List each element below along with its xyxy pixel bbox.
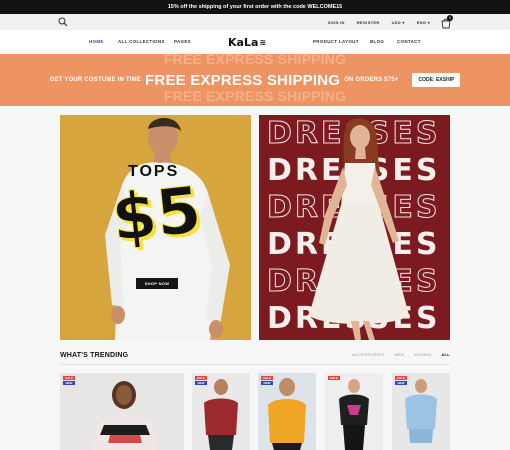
- announcement-text: 15% off the shipping of your first order…: [167, 4, 343, 10]
- product-image: [339, 379, 369, 450]
- sale-badge: SALE: [395, 376, 407, 380]
- sale-badge: SALE: [328, 376, 340, 380]
- model-photo-dresses: [309, 118, 409, 340]
- promo-code-button[interactable]: CODE: EXSHIP: [412, 73, 461, 87]
- search-icon[interactable]: [58, 17, 68, 27]
- nav-all-collections[interactable]: ALL COLLECTIONS: [118, 30, 165, 54]
- product-card[interactable]: SALE NEW: [60, 373, 184, 450]
- product-card[interactable]: SALE NEW: [392, 373, 450, 450]
- new-badge: NEW: [395, 381, 407, 385]
- promo-ghost-top: FREE EXPRESS SHIPPING: [163, 54, 347, 67]
- trending-tabs: ACCESSORIES MEN WOMEN ALL: [352, 352, 450, 357]
- utility-bar: SIGN IN REGISTER USD ENG 0: [0, 14, 510, 30]
- sale-badge: SALE: [63, 376, 75, 380]
- nav-contact[interactable]: CONTACT: [397, 30, 421, 54]
- tops-price: $5: [108, 173, 205, 257]
- tab-men[interactable]: MEN: [394, 352, 404, 357]
- currency-select[interactable]: USD: [392, 20, 405, 25]
- sale-badge: SALE: [195, 376, 207, 380]
- promo-ghost-bottom: FREE EXPRESS SHIPPING: [163, 88, 347, 104]
- nav-home[interactable]: HOME: [89, 30, 104, 54]
- register-link[interactable]: REGISTER: [357, 20, 380, 25]
- promo-headline: FREE EXPRESS SHIPPING: [145, 71, 341, 89]
- shop-now-button[interactable]: SHOP NOW: [136, 278, 178, 289]
- product-card[interactable]: SALE NEW: [258, 373, 316, 450]
- sale-badge: SALE: [261, 376, 273, 380]
- dresses-banner[interactable]: DRESSES DRESSES DRESSES DRESSES DRESSES …: [259, 115, 450, 340]
- nav-product-layout[interactable]: PRODUCT LAYOUT: [313, 30, 359, 54]
- product-card[interactable]: SALE: [325, 373, 383, 450]
- new-badge: NEW: [195, 381, 207, 385]
- new-badge: NEW: [63, 381, 75, 385]
- tab-accessories[interactable]: ACCESSORIES: [352, 352, 384, 357]
- main-nav: HOME ALL COLLECTIONS PAGES KaLa ≋ PRODUC…: [0, 30, 510, 54]
- language-value: ENG: [416, 19, 427, 25]
- announcement-bar: 15% off the shipping of your first order…: [0, 0, 510, 14]
- logo-text: KaLa: [228, 35, 259, 49]
- section-divider: [60, 364, 450, 365]
- sign-in-link[interactable]: SIGN IN: [328, 20, 345, 25]
- cart-count: 0: [447, 15, 453, 21]
- currency-value: USD: [391, 19, 401, 25]
- logo-mark-icon: ≋: [259, 37, 267, 47]
- site-logo[interactable]: KaLa ≋: [228, 34, 266, 50]
- product-image: [92, 381, 158, 450]
- language-select[interactable]: ENG: [417, 20, 430, 25]
- nav-blog[interactable]: BLOG: [370, 30, 384, 54]
- promo-banner[interactable]: FREE EXPRESS SHIPPING FREE EXPRESS SHIPP…: [0, 54, 510, 106]
- tab-all[interactable]: ALL: [441, 352, 450, 357]
- tab-women[interactable]: WOMEN: [414, 352, 431, 357]
- new-badge: NEW: [261, 381, 273, 385]
- promo-right-text: ON ORDERS $75+: [344, 77, 399, 83]
- trending-title: WHAT'S TRENDING: [60, 352, 129, 359]
- product-card[interactable]: SALE NEW: [192, 373, 250, 450]
- tops-banner[interactable]: TOPS $5 SHOP NOW: [60, 115, 251, 340]
- promo-left-text: GET YOUR COSTUME IN TIME: [49, 77, 142, 83]
- cart-button[interactable]: 0: [440, 15, 453, 29]
- nav-pages[interactable]: PAGES: [174, 30, 191, 54]
